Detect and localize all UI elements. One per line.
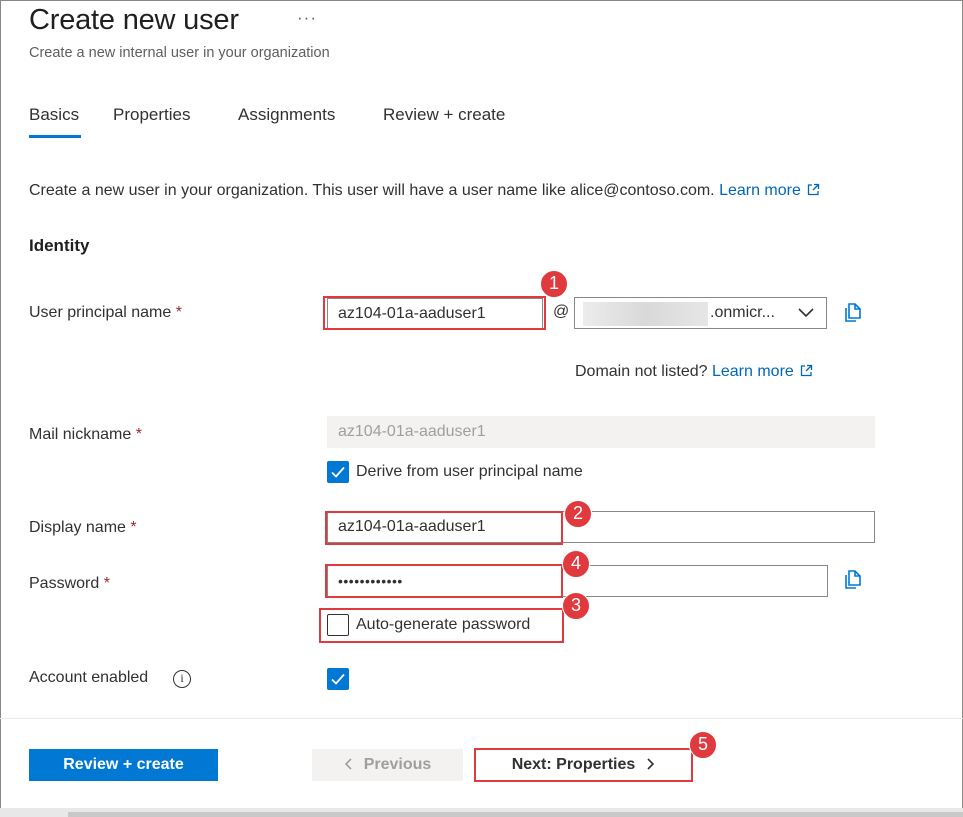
domain-select-value: .onmicr... (710, 304, 775, 321)
redacted-domain (583, 302, 708, 326)
annotation-box-3 (319, 608, 564, 643)
intro-learn-more-link[interactable]: Learn more (719, 182, 820, 199)
page-title: Create new user (29, 4, 239, 36)
chevron-left-icon (344, 758, 352, 770)
tab-assignments[interactable]: Assignments (238, 105, 335, 125)
info-icon[interactable]: i (173, 670, 191, 688)
annotation-box-2 (325, 511, 563, 545)
next-properties-button[interactable]: Next: Properties (474, 748, 693, 782)
password-label: Password * (29, 575, 110, 592)
copy-upn-icon[interactable] (843, 301, 865, 323)
tab-properties[interactable]: Properties (113, 105, 190, 125)
previous-button[interactable]: Previous (312, 749, 463, 781)
account-enabled-checkbox[interactable] (327, 668, 349, 690)
annotation-badge-1: 1 (540, 270, 568, 298)
domain-learn-more-link[interactable]: Learn more (712, 363, 813, 380)
annotation-badge-5: 5 (689, 731, 717, 759)
annotation-badge-2: 2 (564, 500, 592, 528)
active-tab-indicator (29, 135, 81, 138)
mail-nickname-input: az104-01a-aaduser1 (327, 416, 875, 448)
domain-help: Domain not listed? Learn more (575, 363, 813, 381)
identity-section-title: Identity (29, 236, 90, 255)
at-sign: @ (553, 303, 570, 320)
derive-checkbox[interactable] (327, 461, 349, 483)
display-name-label: Display name * (29, 519, 137, 536)
chevron-right-icon (647, 758, 655, 770)
account-enabled-label: Account enabled (29, 669, 149, 686)
tab-review-create[interactable]: Review + create (383, 105, 505, 125)
annotation-box-1 (323, 296, 546, 330)
upn-label: User principal name * (29, 304, 182, 321)
checkmark-icon (331, 466, 345, 478)
external-link-icon (807, 183, 820, 196)
footer-divider (0, 718, 963, 719)
annotation-badge-4: 4 (562, 550, 590, 578)
annotation-badge-3: 3 (562, 592, 590, 620)
copy-password-icon[interactable] (843, 568, 865, 590)
more-options-button[interactable]: ··· (297, 8, 317, 28)
domain-help-text: Domain not listed? (575, 363, 708, 380)
tab-basics[interactable]: Basics (29, 105, 79, 125)
external-link-icon (800, 364, 812, 377)
annotation-box-4 (325, 564, 563, 598)
bottom-strip (0, 808, 963, 817)
page-subtitle: Create a new internal user in your organ… (29, 45, 330, 61)
checkmark-icon (331, 673, 345, 685)
derive-label: Derive from user principal name (356, 463, 583, 480)
review-create-button[interactable]: Review + create (29, 749, 218, 781)
intro-text: Create a new user in your organization. … (29, 182, 820, 200)
intro-description: Create a new user in your organization. … (29, 182, 715, 199)
chevron-down-icon (798, 308, 814, 318)
mail-nickname-label: Mail nickname * (29, 426, 142, 443)
